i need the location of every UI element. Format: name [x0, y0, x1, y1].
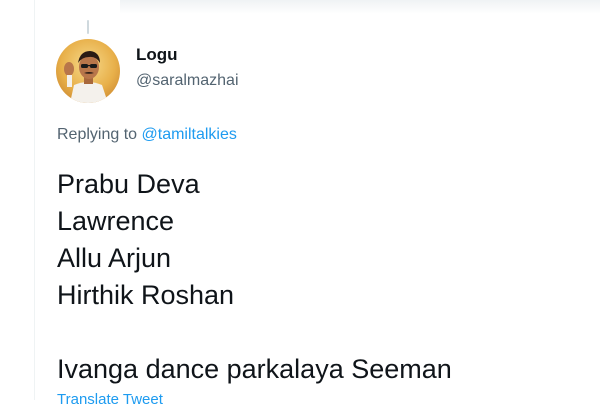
avatar-image [56, 39, 120, 103]
tweet-text-line: Hirthik Roshan [57, 280, 235, 310]
avatar[interactable] [56, 39, 120, 103]
previous-tweet-edge [120, 0, 600, 14]
thread-connector-line [87, 20, 89, 34]
replying-to-context: Replying to @tamiltalkies [57, 126, 237, 144]
user-display-name[interactable]: Logu [136, 45, 178, 65]
replying-to-label: Replying to [57, 126, 138, 143]
timeline-border [34, 0, 35, 400]
replying-to-mention-link[interactable]: @tamiltalkies [142, 126, 237, 143]
user-handle[interactable]: @saralmazhai [136, 72, 239, 90]
tweet-text-closing-line: Ivanga dance parkalaya Seeman [57, 354, 452, 384]
tweet-text-line: Prabu Deva [57, 169, 200, 199]
tweet-text: Prabu Deva Lawrence Allu Arjun Hirthik R… [57, 166, 452, 388]
tweet-text-line: Lawrence [57, 206, 175, 236]
tweet-text-line: Allu Arjun [57, 243, 172, 273]
